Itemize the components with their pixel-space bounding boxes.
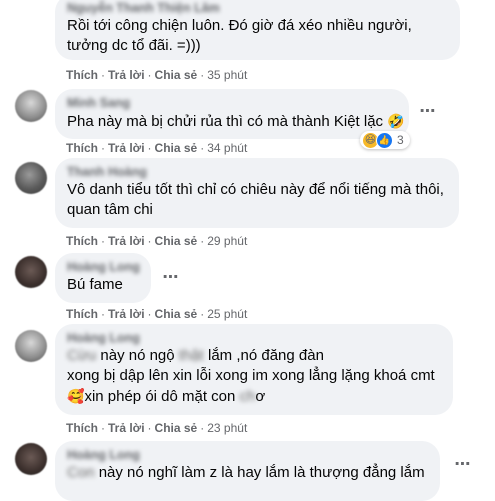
comment-text: Con này nó nghĩ làm z là hay lắm là thượ… bbox=[67, 464, 425, 481]
avatar[interactable] bbox=[15, 256, 47, 288]
comment-author[interactable]: Hoàng Long bbox=[67, 330, 441, 346]
avatar[interactable] bbox=[15, 90, 47, 122]
more-options-icon[interactable]: ⋯ bbox=[452, 454, 474, 476]
comment-text: 🥰xin phép ói dô mặt con chơ bbox=[67, 388, 266, 405]
share-link[interactable]: Chia sẻ bbox=[155, 421, 198, 435]
comment-text: Rồi tới công chiện luôn. Đó giờ đá xéo n… bbox=[67, 17, 412, 34]
smiling-hearts-emoji: 🥰 bbox=[67, 388, 85, 404]
comment-author[interactable]: Nguyễn Thanh Thiện Lâm bbox=[67, 0, 448, 16]
comment-actions: Thích · Trả lời · Chia sẻ · 29 phút bbox=[66, 234, 248, 248]
comment-text: quan tâm chi bbox=[67, 201, 153, 218]
comment-text: Vô danh tiểu tốt thì chỉ có chiêu này để… bbox=[67, 181, 444, 198]
like-link[interactable]: Thích bbox=[66, 234, 98, 248]
comment-timestamp[interactable]: 29 phút bbox=[207, 234, 247, 248]
comment-text: Pha này mà bị chửi rủa thì có mà thành K… bbox=[67, 113, 405, 130]
comment-actions: Thích · Trả lời · Chia sẻ · 35 phút bbox=[66, 68, 248, 82]
comment-bubble: Minh Sang Pha này mà bị chửi rủa thì có … bbox=[55, 89, 409, 139]
comment-bubble: Hoàng Long Cừu này nó ngộ thật lắm ,nó đ… bbox=[55, 324, 453, 415]
avatar[interactable] bbox=[15, 330, 47, 362]
comment-timestamp[interactable]: 25 phút bbox=[207, 307, 247, 321]
share-link[interactable]: Chia sẻ bbox=[155, 68, 198, 82]
more-options-icon[interactable]: ⋯ bbox=[160, 267, 182, 289]
like-link[interactable]: Thích bbox=[66, 421, 98, 435]
like-link[interactable]: Thích bbox=[66, 307, 98, 321]
reply-link[interactable]: Trả lời bbox=[108, 68, 145, 82]
comment-author[interactable]: Hoàng Long bbox=[67, 447, 428, 463]
avatar[interactable] bbox=[15, 162, 47, 194]
share-link[interactable]: Chia sẻ bbox=[155, 141, 198, 155]
comment-actions: Thích · Trả lời · Chia sẻ · 23 phút bbox=[66, 421, 248, 435]
comment-bubble: Nguyễn Thanh Thiện Lâm Rồi tới công chiệ… bbox=[55, 0, 460, 60]
like-link[interactable]: Thích bbox=[66, 141, 98, 155]
comment-text: tưởng dc tổ đãi. =))) bbox=[67, 37, 201, 54]
comment-author[interactable]: Minh Sang bbox=[67, 95, 397, 111]
share-link[interactable]: Chia sẻ bbox=[155, 234, 198, 248]
share-link[interactable]: Chia sẻ bbox=[155, 307, 198, 321]
reaction-count: 3 bbox=[397, 133, 404, 147]
comment-bubble: Hoàng Long Con này nó nghĩ làm z là hay … bbox=[55, 441, 440, 501]
comment-bubble: Hoàng Long Bú fame bbox=[55, 253, 151, 303]
comment-text: Cừu này nó ngộ thật lắm ,nó đăng đàn bbox=[67, 347, 324, 364]
reaction-summary[interactable]: 😆 👍 3 bbox=[360, 131, 410, 149]
comment-author[interactable]: Hoàng Long bbox=[67, 259, 140, 275]
reply-link[interactable]: Trả lời bbox=[108, 421, 145, 435]
reply-link[interactable]: Trả lời bbox=[108, 234, 145, 248]
like-link[interactable]: Thích bbox=[66, 68, 98, 82]
comment-actions: Thích · Trả lời · Chia sẻ · 25 phút bbox=[66, 307, 248, 321]
comment-timestamp[interactable]: 35 phút bbox=[207, 68, 247, 82]
reply-link[interactable]: Trả lời bbox=[108, 141, 145, 155]
comment-text: xong bị dập lên xin lỗi xong im xong lẳn… bbox=[67, 367, 435, 384]
rofl-emoji: 🤣 bbox=[387, 113, 405, 129]
comment-text: Bú fame bbox=[67, 276, 123, 293]
comment-bubble: Thanh Hoàng Vô danh tiểu tốt thì chỉ có … bbox=[55, 158, 459, 228]
avatar[interactable] bbox=[15, 443, 47, 475]
more-options-icon[interactable]: ⋯ bbox=[417, 101, 439, 123]
comment-timestamp[interactable]: 23 phút bbox=[207, 421, 247, 435]
reply-link[interactable]: Trả lời bbox=[108, 307, 145, 321]
comment-timestamp[interactable]: 34 phút bbox=[207, 141, 247, 155]
like-icon: 👍 bbox=[376, 131, 393, 149]
comment-actions: Thích · Trả lời · Chia sẻ · 34 phút bbox=[66, 141, 248, 155]
comment-author[interactable]: Thanh Hoàng bbox=[67, 164, 447, 180]
